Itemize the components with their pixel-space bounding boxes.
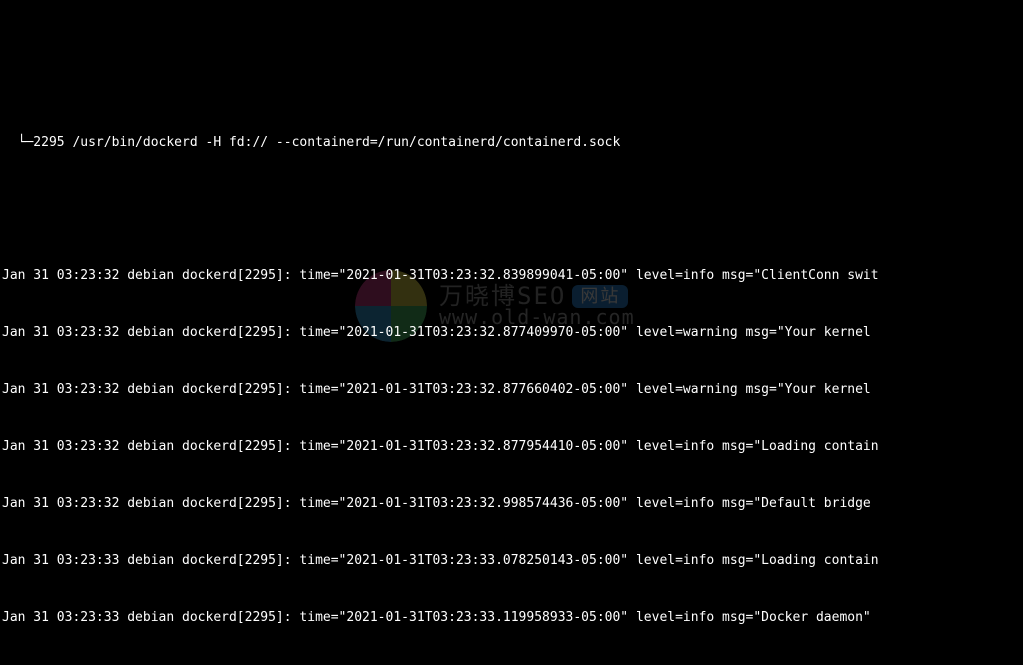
journal-line: Jan 31 03:23:32 debian dockerd[2295]: ti…	[2, 266, 1021, 285]
journal-line: Jan 31 03:23:32 debian dockerd[2295]: ti…	[2, 380, 1021, 399]
journal-line: Jan 31 03:23:32 debian dockerd[2295]: ti…	[2, 323, 1021, 342]
journal-line: Jan 31 03:23:32 debian dockerd[2295]: ti…	[2, 437, 1021, 456]
journal-line: Jan 31 03:23:32 debian dockerd[2295]: ti…	[2, 494, 1021, 513]
process-tree-line: └─2295 /usr/bin/dockerd -H fd:// --conta…	[2, 133, 1021, 152]
journal-line: Jan 31 03:23:33 debian dockerd[2295]: ti…	[2, 608, 1021, 627]
journal-line: Jan 31 03:23:33 debian dockerd[2295]: ti…	[2, 551, 1021, 570]
blank-line	[2, 190, 1021, 209]
terminal-window[interactable]: 万晓博SEO 网站 www.old-wan.com └─2295 /usr/bi…	[0, 0, 1023, 665]
